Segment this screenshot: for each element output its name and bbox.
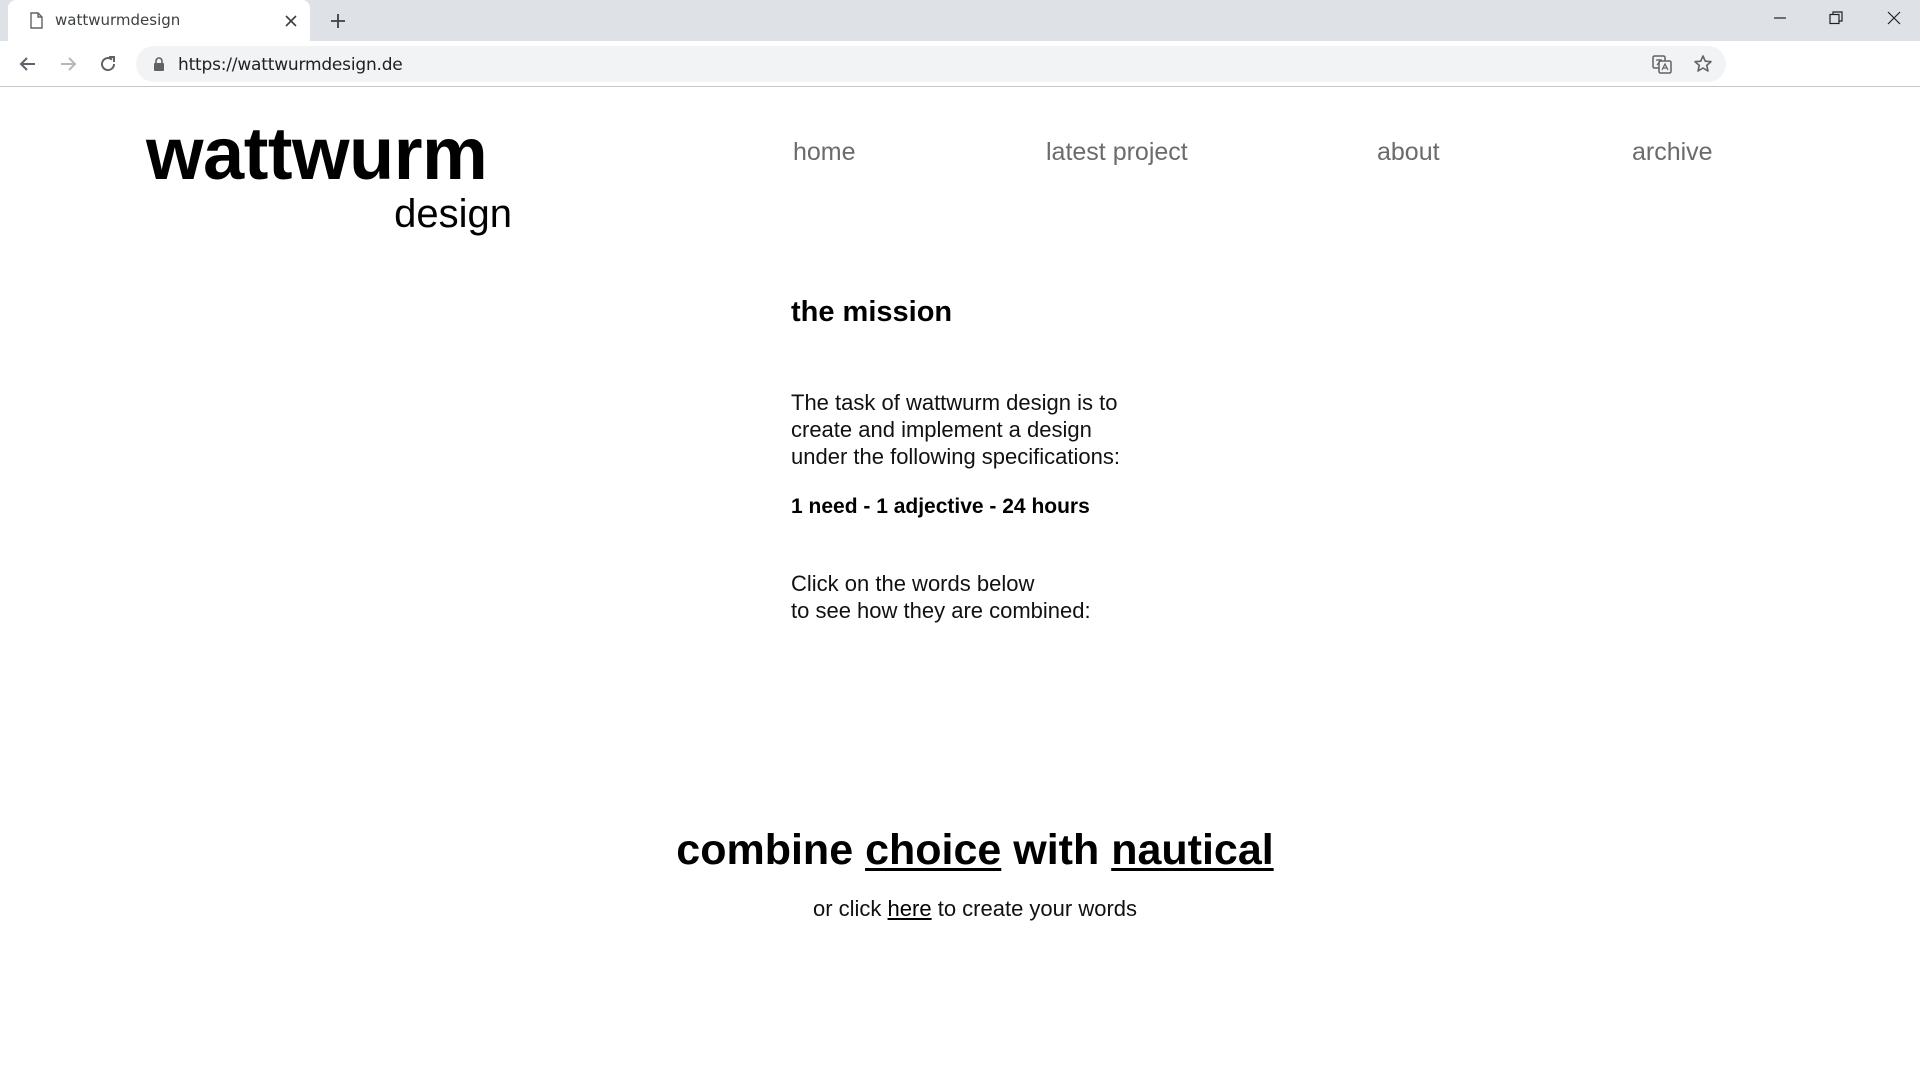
forward-arrow-icon[interactable] xyxy=(52,48,84,80)
combination-heading: combine choice with nautical xyxy=(0,826,1920,875)
combine-middle: with xyxy=(1013,826,1100,874)
mission-title: the mission xyxy=(791,296,953,328)
tab-title: wattwurmdesign xyxy=(55,11,181,29)
new-tab-icon[interactable] xyxy=(325,8,351,34)
nav-archive[interactable]: archive xyxy=(1632,137,1713,167)
translate-icon[interactable] xyxy=(1651,53,1673,75)
nav-home[interactable]: home xyxy=(793,137,856,167)
instruction-line-1: Click on the words below xyxy=(791,571,1035,596)
browser-tab-strip: wattwurmdesign xyxy=(0,0,1920,41)
logo-subtitle: design xyxy=(394,192,512,236)
browser-toolbar: https://wattwurmdesign.de xyxy=(0,41,1920,87)
back-arrow-icon[interactable] xyxy=(12,48,44,80)
restore-icon[interactable] xyxy=(1808,0,1864,36)
lock-icon[interactable] xyxy=(152,57,166,71)
instruction-line-2: to see how they are combined: xyxy=(791,598,1091,623)
close-tab-icon[interactable] xyxy=(280,10,302,32)
create-words-line: or click here to create your words xyxy=(0,896,1920,922)
site-logo[interactable]: wattwurm design xyxy=(146,112,512,242)
url-text[interactable]: https://wattwurmdesign.de xyxy=(178,55,403,75)
create-suffix: to create your words xyxy=(937,896,1138,921)
browser-tab[interactable]: wattwurmdesign xyxy=(8,0,310,41)
mission-text-line-2: create and implement a design xyxy=(791,417,1092,442)
nav-latest-project[interactable]: latest project xyxy=(1046,137,1188,167)
adjective-word-link[interactable]: nautical xyxy=(1111,826,1274,874)
logo-wordmark: wattwurm xyxy=(146,112,488,195)
need-word-link[interactable]: choice xyxy=(865,826,1001,874)
create-prefix: or click xyxy=(812,896,882,921)
combine-prefix: combine xyxy=(676,826,854,874)
nav-about[interactable]: about xyxy=(1377,137,1440,167)
close-window-icon[interactable] xyxy=(1866,0,1920,36)
create-here-link[interactable]: here xyxy=(888,896,932,921)
address-bar[interactable]: https://wattwurmdesign.de xyxy=(136,46,1726,82)
bookmark-star-icon[interactable] xyxy=(1692,53,1714,75)
minimize-icon[interactable] xyxy=(1752,0,1808,36)
mission-specification: 1 need - 1 adjective - 24 hours xyxy=(791,495,1090,518)
mission-text-line-1: The task of wattwurm design is to xyxy=(791,390,1118,415)
page-icon xyxy=(27,11,46,30)
reload-icon[interactable] xyxy=(92,48,124,80)
mission-text-line-3: under the following specifications: xyxy=(791,444,1120,469)
